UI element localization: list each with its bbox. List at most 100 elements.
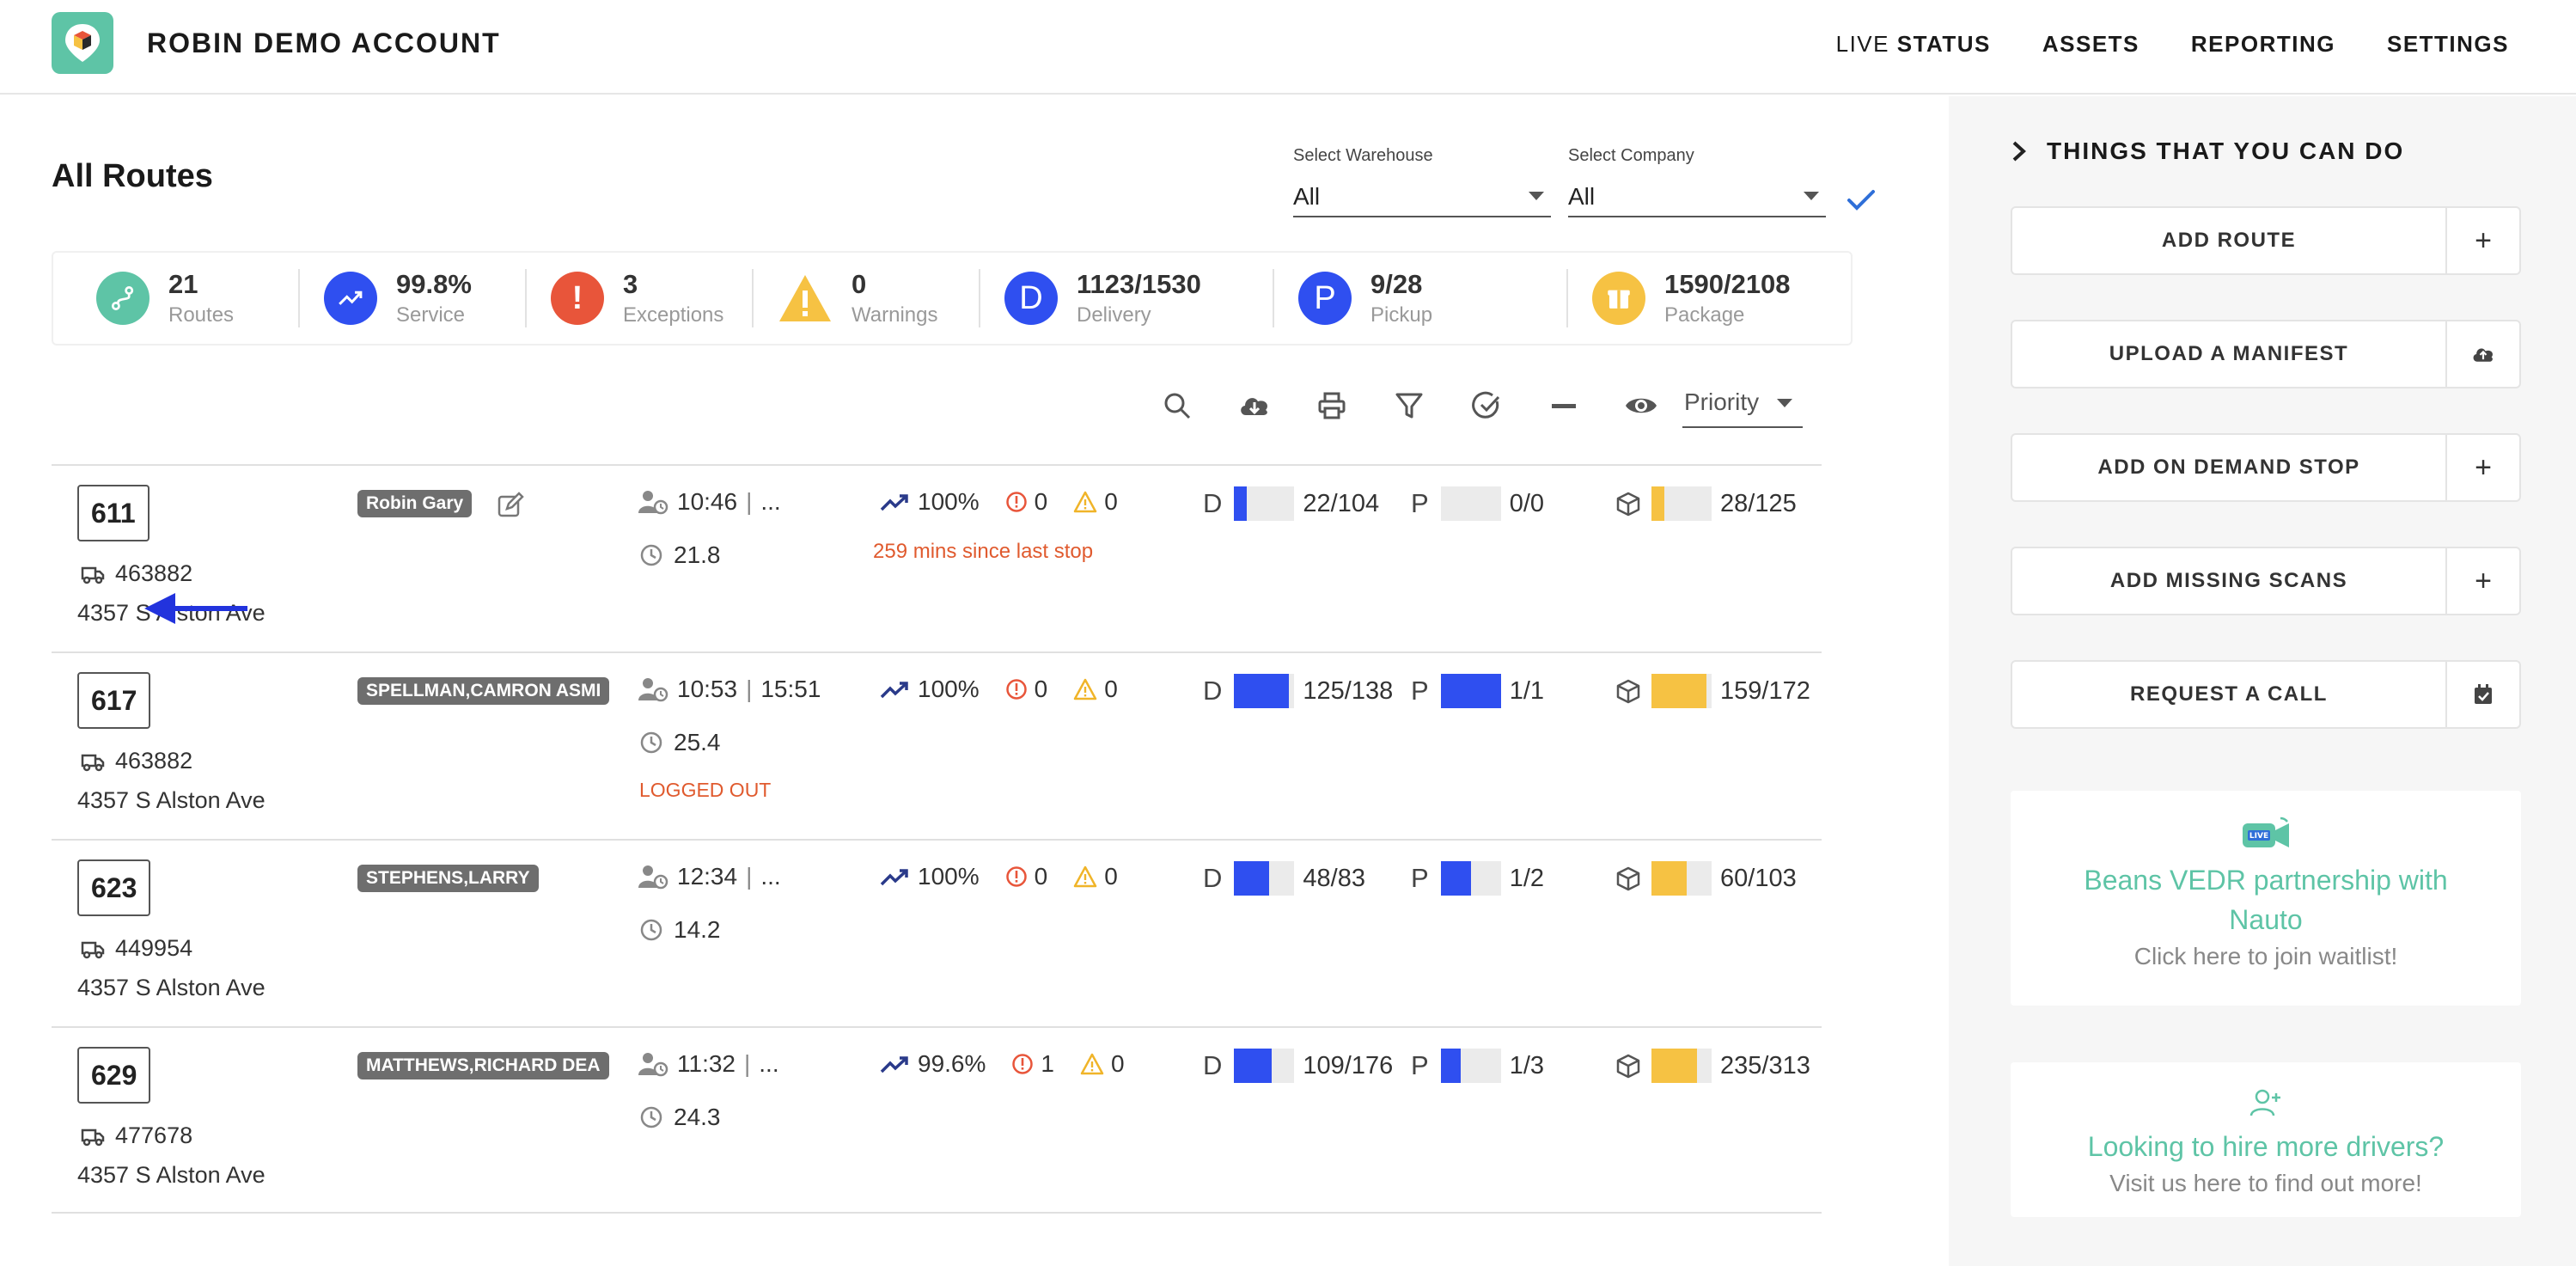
edit-icon[interactable]	[497, 492, 524, 519]
list-toolbar	[1155, 380, 1696, 431]
download-button[interactable]	[1232, 383, 1277, 428]
warning-icon	[1080, 1053, 1104, 1075]
warning-icon	[1073, 865, 1097, 888]
stat-label: Exceptions	[623, 303, 724, 327]
driver-badge[interactable]: Robin Gary	[357, 490, 473, 517]
pickup-bar	[1440, 486, 1501, 521]
stat-delivery-text: 1123/1530 Delivery	[1077, 269, 1201, 327]
stat-warnings-text: 0 Warnings	[852, 269, 937, 327]
warning-icon	[1073, 678, 1097, 700]
package-bar	[1651, 861, 1712, 896]
route-icon	[96, 272, 150, 325]
driver-badge[interactable]: MATTHEWS,RICHARD DEA	[357, 1052, 609, 1079]
truck-info: 463882	[81, 748, 192, 774]
confirm-check-icon[interactable]	[1844, 182, 1878, 217]
stat-routes-text: 21 Routes	[168, 269, 234, 327]
search-button[interactable]	[1155, 383, 1199, 428]
route-row[interactable]: 617 463882 4357 S Alston Ave SPELLMAN,CA…	[52, 651, 1822, 839]
warning-icon	[779, 275, 831, 321]
delivery-bar-fill	[1234, 674, 1290, 708]
app-logo[interactable]	[52, 12, 113, 74]
clock-icon	[640, 731, 662, 754]
actions-sidebar: THINGS THAT YOU CAN DO ADD ROUTE + UPLOA…	[1949, 96, 2576, 1266]
pickup-progress: P 1/1	[1411, 674, 1544, 708]
sidebar-title[interactable]: THINGS THAT YOU CAN DO	[2011, 138, 2404, 165]
main-nav: LIVE STATUS ASSETS REPORTING SETTINGS	[1836, 31, 2509, 58]
stat-warnings: 0 Warnings	[752, 264, 979, 333]
nav-assets[interactable]: ASSETS	[2042, 31, 2140, 58]
distance-value: 24.3	[674, 1104, 721, 1130]
driver-badge[interactable]: STEPHENS,LARRY	[357, 865, 539, 892]
main-content: All Routes Select Warehouse All Select C…	[0, 96, 1949, 1266]
driver-badge[interactable]: SPELLMAN,CAMRON ASMI	[357, 677, 610, 705]
priority-select[interactable]: Priority	[1682, 380, 1803, 428]
eye-icon	[1626, 398, 1657, 413]
route-row[interactable]: 611 463882 4357 S Alston Ave Robin Gary …	[52, 464, 1822, 651]
plus-icon: +	[2445, 435, 2519, 500]
warning-count: 0	[1104, 676, 1118, 702]
time-window: 10:46 | ...	[638, 488, 781, 516]
stat-service-text: 99.8% Service	[396, 269, 472, 327]
promo-hire-card[interactable]: Looking to hire more drivers? Visit us h…	[2011, 1062, 2521, 1217]
end-time: ...	[759, 1050, 779, 1077]
route-row[interactable]: 623 449954 4357 S Alston Ave STEPHENS,LA…	[52, 839, 1822, 1026]
chevron-right-icon	[2012, 141, 2026, 162]
pickup-letter: P	[1411, 863, 1429, 893]
add-route-button[interactable]: ADD ROUTE +	[2011, 206, 2521, 275]
action-label: ADD ROUTE	[2161, 229, 2297, 252]
request-call-button[interactable]: REQUEST A CALL	[2011, 660, 2521, 729]
package-progress: 235/313	[1615, 1049, 1810, 1083]
service-metrics: 100% 0 0	[880, 488, 1118, 516]
action-label: ADD MISSING SCANS	[2109, 569, 2348, 592]
trending-up-icon	[324, 272, 377, 325]
add-on-demand-stop-button[interactable]: ADD ON DEMAND STOP +	[2011, 433, 2521, 502]
distance-value: 14.2	[674, 916, 721, 943]
package-bar	[1651, 674, 1712, 708]
collapse-button[interactable]	[1541, 383, 1586, 428]
nav-live-status[interactable]: LIVE STATUS	[1836, 31, 1991, 58]
nav-settings[interactable]: SETTINGS	[2387, 31, 2509, 58]
truck-number: 463882	[115, 748, 193, 774]
truck-number: 449954	[115, 935, 193, 961]
delivery-bar	[1234, 486, 1295, 521]
service-metrics: 100% 0 0	[880, 676, 1118, 703]
add-missing-scans-button[interactable]: ADD MISSING SCANS +	[2011, 547, 2521, 615]
promo-vedr-card[interactable]: LIVE Beans VEDR partnership with Nauto C…	[2011, 791, 2521, 1006]
route-row[interactable]: 629 477678 4357 S Alston Ave MATTHEWS,RI…	[52, 1026, 1822, 1214]
driver-clock-icon	[638, 491, 668, 515]
company-select[interactable]: Select Company All	[1568, 146, 1826, 217]
calendar-check-icon	[2445, 662, 2519, 727]
package-icon	[1592, 272, 1645, 325]
upload-manifest-button[interactable]: UPLOAD A MANIFEST	[2011, 320, 2521, 388]
route-number-button[interactable]: 617	[77, 672, 151, 729]
exclamation-icon: !	[551, 272, 604, 325]
route-number-button[interactable]: 611	[77, 485, 150, 541]
check-all-button[interactable]	[1464, 383, 1509, 428]
stat-exceptions-text: 3 Exceptions	[623, 269, 723, 327]
delivery-bar-fill	[1234, 861, 1269, 896]
route-number-button[interactable]: 623	[77, 859, 151, 916]
stat-value: 99.8%	[396, 269, 472, 299]
warehouse-select[interactable]: Select Warehouse All	[1293, 146, 1551, 217]
package-count: 159/172	[1720, 676, 1810, 705]
service-percent: 99.6%	[918, 1050, 986, 1077]
view-button[interactable]	[1619, 383, 1663, 428]
exception-icon	[1012, 1054, 1034, 1074]
route-number-button[interactable]: 629	[77, 1047, 151, 1104]
pickup-bar-fill	[1440, 861, 1471, 896]
driver-clock-icon	[638, 865, 668, 890]
stat-delivery: D 1123/1530 Delivery	[979, 264, 1273, 333]
service-metrics: 100% 0 0	[880, 863, 1118, 890]
filter-button[interactable]	[1387, 383, 1431, 428]
warehouse-select-field[interactable]: All	[1293, 180, 1551, 217]
truck-info: 463882	[81, 560, 192, 587]
time-separator: |	[744, 1050, 751, 1077]
company-select-field[interactable]: All	[1568, 180, 1826, 217]
end-time: 15:51	[760, 676, 821, 702]
print-button[interactable]	[1309, 383, 1354, 428]
company-select-label: Select Company	[1568, 146, 1694, 165]
stat-value: 9/28	[1370, 269, 1423, 299]
distance-value: 21.8	[674, 541, 721, 568]
annotation-arrow-icon	[144, 593, 247, 624]
nav-reporting[interactable]: REPORTING	[2191, 31, 2335, 58]
